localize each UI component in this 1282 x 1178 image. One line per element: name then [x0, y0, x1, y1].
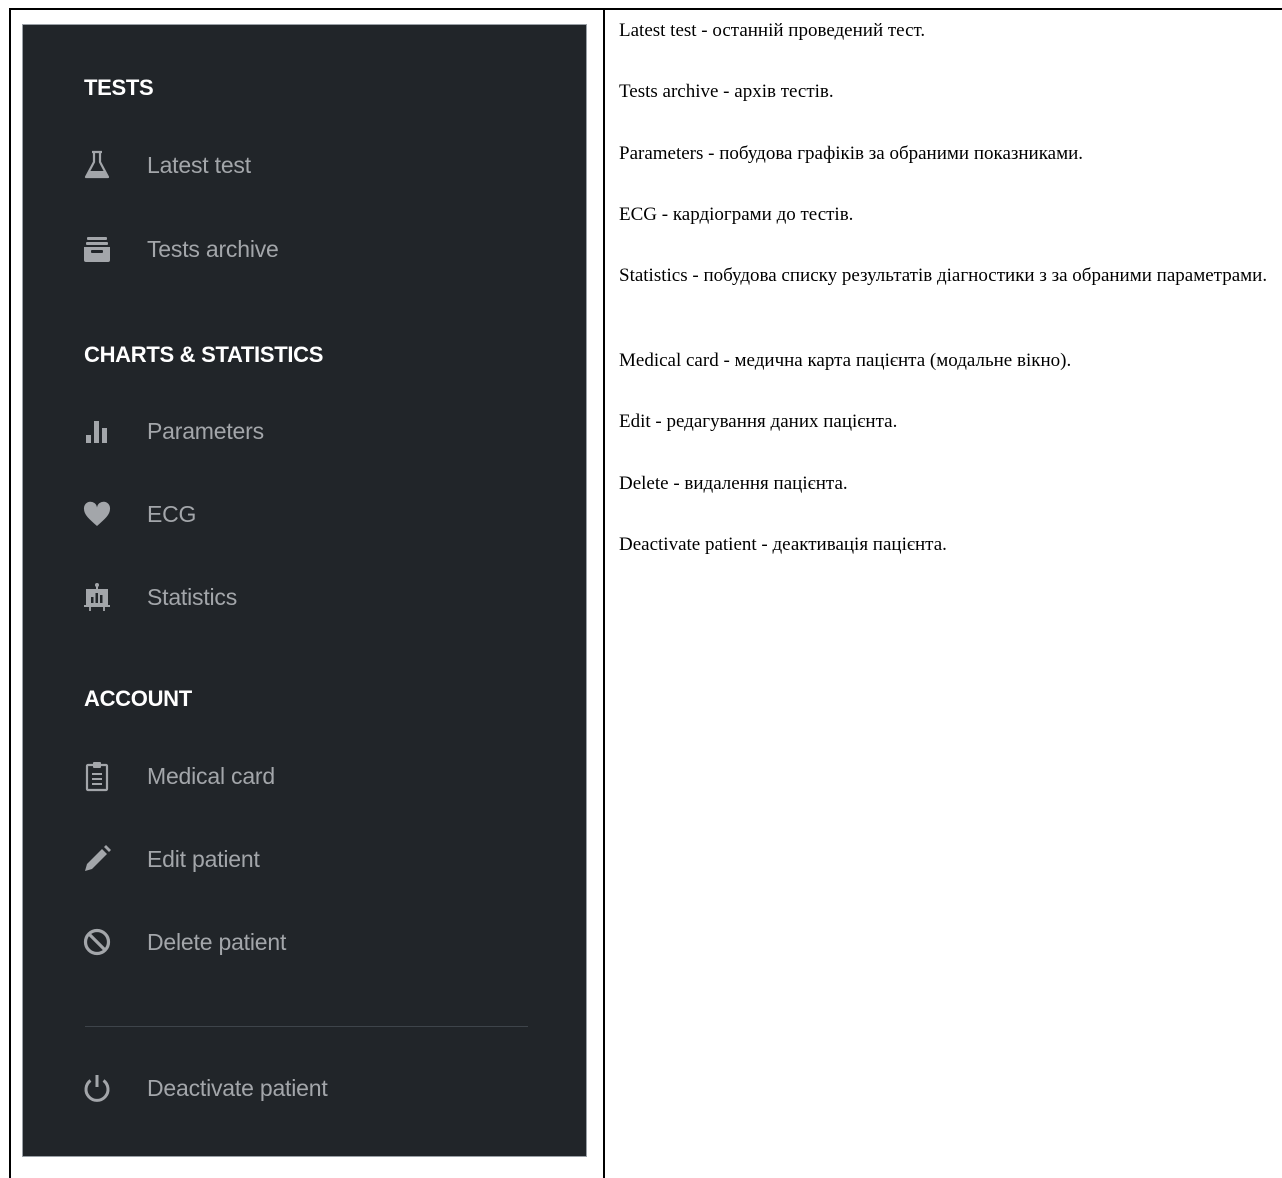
- presentation-chart-icon: [79, 579, 115, 615]
- clipboard-icon: [79, 758, 115, 794]
- sidebar-item-tests-archive[interactable]: Tests archive: [79, 227, 279, 271]
- sidebar-item-label: Edit patient: [147, 845, 260, 872]
- section-header-charts-statistics: CHARTS & STATISTICS: [84, 342, 324, 367]
- flask-icon: [79, 147, 115, 183]
- description-medical-card: Medical card - медична карта пацієнта (м…: [619, 350, 1072, 371]
- sidebar-item-label: Latest test: [147, 151, 251, 178]
- sidebar-item-label: Delete patient: [147, 928, 287, 955]
- sidebar-item-delete-patient[interactable]: Delete patient: [79, 920, 286, 964]
- power-icon: [79, 1070, 115, 1106]
- description-edit: Edit - редагування даних пацієнта.: [619, 411, 898, 432]
- patient-sidebar-screenshot: TESTS Latest test Tests archive CHARTS &…: [22, 24, 587, 1157]
- description-deactivate-patient: Deactivate patient - деактивація пацієнт…: [619, 534, 947, 555]
- table-column-divider: [603, 8, 605, 1178]
- sidebar-item-label: Medical card: [147, 762, 275, 789]
- sidebar-item-label: Parameters: [147, 417, 264, 444]
- description-delete: Delete - видалення пацієнта.: [619, 473, 848, 494]
- sidebar-item-deactivate-patient[interactable]: Deactivate patient: [79, 1066, 328, 1110]
- heart-icon: [79, 496, 115, 532]
- sidebar-item-statistics[interactable]: Statistics: [79, 575, 237, 619]
- sidebar-item-label: ECG: [147, 500, 197, 527]
- sidebar-divider: [85, 1026, 528, 1027]
- sidebar-item-medical-card[interactable]: Medical card: [79, 754, 275, 798]
- table-top-border: [9, 8, 1282, 10]
- sidebar-item-ecg[interactable]: ECG: [79, 492, 196, 536]
- description-tests-archive: Tests archive - архів тестів.: [619, 81, 834, 102]
- sidebar-item-parameters[interactable]: Parameters: [79, 409, 264, 453]
- bar-chart-icon: [79, 413, 115, 449]
- sidebar-item-label: Deactivate patient: [147, 1074, 328, 1101]
- pencil-icon: [79, 841, 115, 877]
- table-left-border: [9, 8, 11, 1178]
- sidebar-item-edit-patient[interactable]: Edit patient: [79, 837, 260, 881]
- archive-icon: [79, 231, 115, 267]
- ban-icon: [79, 924, 115, 960]
- section-header-tests: TESTS: [84, 75, 154, 100]
- description-statistics: Statistics - побудова списку результатів…: [619, 265, 1268, 286]
- sidebar-item-label: Tests archive: [147, 235, 279, 262]
- description-latest-test: Latest test - останній проведений тест.: [619, 20, 926, 41]
- description-parameters: Parameters - побудова графіків за обрани…: [619, 143, 1084, 164]
- description-ecg: ECG - кардіограми до тестів.: [619, 204, 854, 225]
- sidebar-item-label: Statistics: [147, 583, 238, 610]
- section-header-account: ACCOUNT: [84, 686, 192, 711]
- sidebar-item-latest-test[interactable]: Latest test: [79, 143, 251, 187]
